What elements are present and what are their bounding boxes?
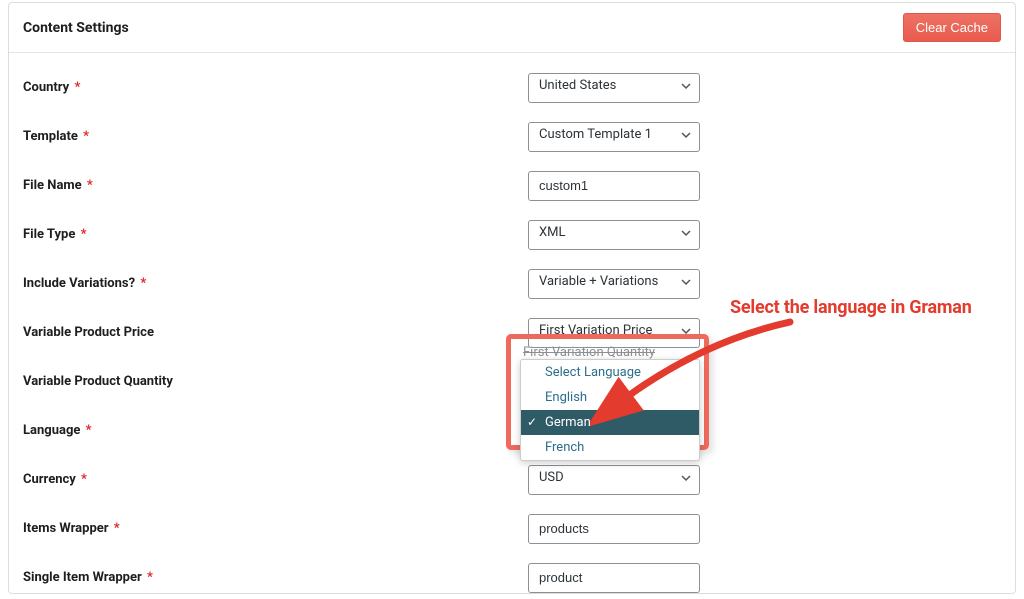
dropdown-option-english[interactable]: English (521, 385, 699, 410)
label-items-wrapper: Items Wrapper * (23, 521, 528, 536)
label-text: Include Variations? (23, 276, 135, 291)
label-variable-qty: Variable Product Quantity (23, 374, 528, 389)
include-variations-select[interactable]: Variable + Variations (528, 269, 700, 299)
filename-input[interactable] (528, 171, 700, 201)
label-single-item-wrapper: Single Item Wrapper * (23, 570, 528, 585)
panel-header: Content Settings Clear Cache (9, 3, 1015, 53)
row-currency: Currency * USD (23, 455, 1001, 504)
clear-cache-button[interactable]: Clear Cache (903, 13, 1001, 42)
annotation-callout: Select the language in Graman (730, 297, 972, 318)
required-asterisk: * (86, 423, 92, 438)
required-asterisk: * (147, 570, 153, 585)
currency-select[interactable]: USD (528, 465, 700, 495)
select-display: XML (528, 220, 700, 250)
label-text: File Type (23, 227, 75, 242)
single-item-wrapper-input-wrap (528, 563, 700, 593)
label-text: Items Wrapper (23, 521, 109, 536)
required-asterisk: * (81, 472, 87, 487)
row-single-item-wrapper: Single Item Wrapper * (23, 553, 1001, 594)
select-display: Custom Template 1 (528, 122, 700, 152)
label-text: Variable Product Quantity (23, 374, 173, 389)
row-template: Template * Custom Template 1 (23, 112, 1001, 161)
filename-input-wrap (528, 171, 700, 201)
label-template: Template * (23, 129, 528, 144)
required-asterisk: * (81, 227, 87, 242)
required-asterisk: * (74, 80, 80, 95)
label-text: Currency (23, 472, 76, 487)
panel-title: Content Settings (23, 20, 129, 36)
label-text: Single Item Wrapper (23, 570, 142, 585)
dropdown-option-german[interactable]: ✓ German (521, 410, 699, 435)
required-asterisk: * (83, 129, 89, 144)
row-items-wrapper: Items Wrapper * (23, 504, 1001, 553)
annotation-highlight-box: First Variation Quantity Select Language… (506, 334, 709, 450)
label-text: Template (23, 129, 78, 144)
row-country: Country * United States (23, 63, 1001, 112)
row-filetype: File Type * XML (23, 210, 1001, 259)
required-asterisk: * (114, 521, 120, 536)
items-wrapper-input[interactable] (528, 514, 700, 544)
filetype-select[interactable]: XML (528, 220, 700, 250)
label-text: File Name (23, 178, 82, 193)
country-select[interactable]: United States (528, 73, 700, 103)
checkmark-icon: ✓ (527, 414, 537, 431)
label-country: Country * (23, 80, 528, 95)
dropdown-option-french[interactable]: French (521, 435, 699, 460)
label-text: Variable Product Price (23, 325, 154, 340)
single-item-wrapper-input[interactable] (528, 563, 700, 593)
label-currency: Currency * (23, 472, 528, 487)
dropdown-option-select-language[interactable]: Select Language (521, 360, 699, 385)
template-select[interactable]: Custom Template 1 (528, 122, 700, 152)
option-label: German (545, 415, 591, 430)
label-text: Country (23, 80, 69, 95)
label-language: Language * (23, 423, 528, 438)
select-display: USD (528, 465, 700, 495)
label-variable-price: Variable Product Price (23, 325, 528, 340)
label-text: Language (23, 423, 80, 438)
label-include-variations: Include Variations? * (23, 276, 528, 291)
required-asterisk: * (87, 178, 93, 193)
label-filetype: File Type * (23, 227, 528, 242)
row-filename: File Name * (23, 161, 1001, 210)
items-wrapper-input-wrap (528, 514, 700, 544)
select-display: United States (528, 73, 700, 103)
required-asterisk: * (140, 276, 146, 291)
select-display: Variable + Variations (528, 269, 700, 299)
language-dropdown-list: Select Language English ✓ German French (520, 359, 700, 461)
settings-form: Country * United States Template * Custo… (9, 53, 1015, 594)
label-filename: File Name * (23, 178, 528, 193)
